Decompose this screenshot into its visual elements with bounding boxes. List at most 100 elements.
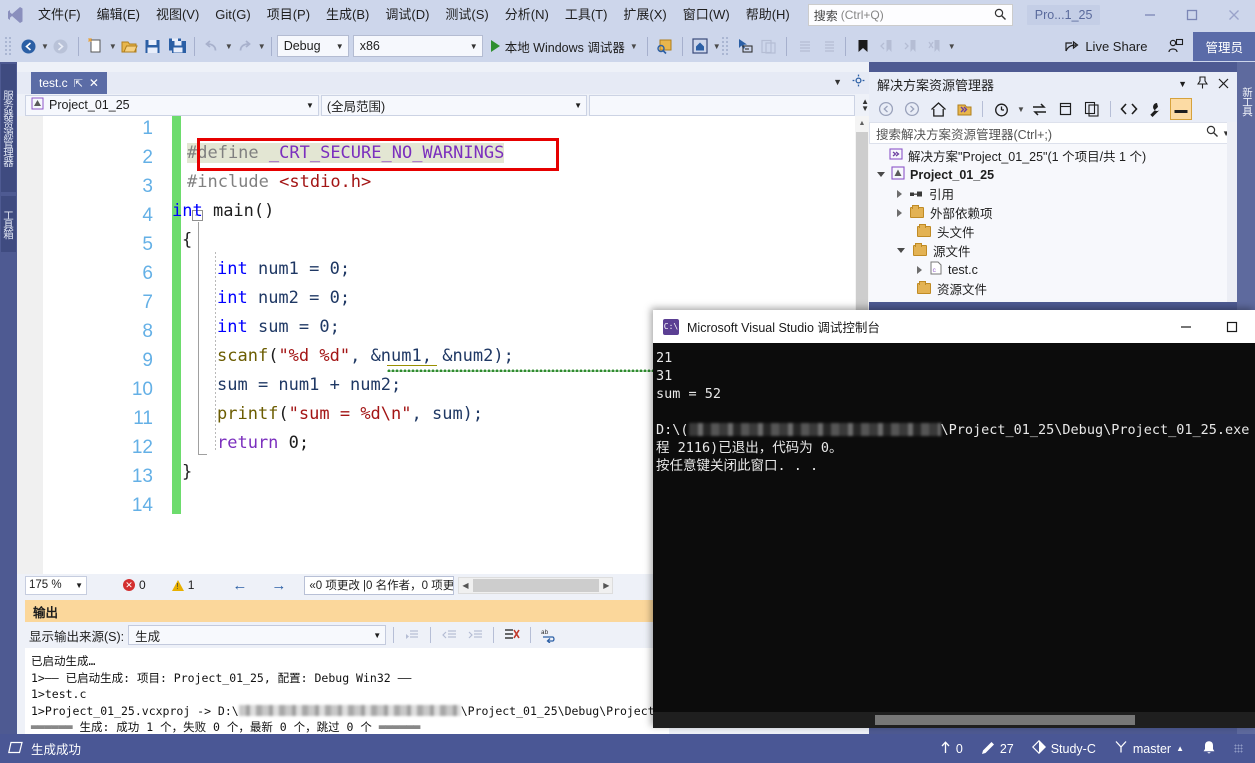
nav-forward-button[interactable]: → bbox=[263, 577, 294, 594]
filter-dropdown-icon[interactable]: ▼ bbox=[1017, 105, 1025, 114]
nav-back-button[interactable]: ← bbox=[224, 577, 255, 594]
panel-menu-chevron-icon[interactable]: ▼ bbox=[1178, 79, 1187, 89]
menu-item-tools[interactable]: 工具(T) bbox=[557, 2, 616, 28]
menu-item-edit[interactable]: 编辑(E) bbox=[89, 2, 148, 28]
tree-item-header-files[interactable]: 头文件 bbox=[869, 222, 1237, 241]
view-code-button[interactable] bbox=[1118, 98, 1140, 120]
solution-explorer-search[interactable]: 搜索解决方案资源管理器(Ctrl+;) ▼ bbox=[869, 122, 1237, 144]
tree-item-source-files[interactable]: 源文件 bbox=[869, 241, 1237, 260]
feedback-button[interactable] bbox=[1163, 34, 1187, 58]
unpushed-commits[interactable]: 0 bbox=[940, 741, 963, 757]
menu-item-project[interactable]: 项目(P) bbox=[259, 2, 318, 28]
home-dropdown-icon[interactable]: ▼ bbox=[713, 42, 721, 51]
console-minimize-button[interactable] bbox=[1163, 310, 1209, 343]
admin-badge[interactable]: 管理员 bbox=[1193, 32, 1255, 61]
start-debugging-button[interactable]: 本地 Windows 调试器 ▼ bbox=[487, 34, 642, 58]
redo-dropdown-icon[interactable]: ▼ bbox=[258, 42, 266, 51]
preview-selected-items-button[interactable] bbox=[1170, 98, 1192, 120]
tree-item-references[interactable]: 引用 bbox=[869, 184, 1237, 203]
warning-count[interactable]: 1 bbox=[164, 578, 203, 592]
editor-gutter[interactable] bbox=[17, 116, 43, 574]
console-maximize-button[interactable] bbox=[1209, 310, 1255, 343]
editor-horizontal-scrollbar[interactable]: ◀ ▶ bbox=[458, 577, 613, 594]
navbar-member-combo[interactable] bbox=[589, 95, 855, 116]
chevron-up-icon[interactable]: ▲ bbox=[1176, 744, 1184, 753]
select-element-button[interactable] bbox=[733, 34, 757, 58]
solution-explorer-scrollbar[interactable] bbox=[1227, 122, 1237, 302]
toolbar-overflow-icon[interactable]: ▼ bbox=[948, 42, 956, 51]
tree-item-project[interactable]: Project_01_25 bbox=[869, 165, 1237, 184]
zoom-level-combo[interactable]: 175 % ▼ bbox=[25, 576, 87, 595]
open-file-button[interactable] bbox=[117, 34, 141, 58]
properties-button[interactable] bbox=[1144, 98, 1166, 120]
codelens-changes[interactable]: «0 项更改 |0 名作者，0 项更 bbox=[304, 576, 454, 595]
new-project-dropdown-icon[interactable]: ▼ bbox=[109, 42, 117, 51]
tree-item-external-dependencies[interactable]: 外部依赖项 bbox=[869, 203, 1237, 222]
tree-item-solution[interactable]: 解决方案"Project_01_25"(1 个项目/共 1 个) bbox=[869, 146, 1237, 165]
undo-dropdown-icon[interactable]: ▼ bbox=[225, 42, 233, 51]
close-icon[interactable] bbox=[1218, 77, 1229, 92]
console-horizontal-scrollbar[interactable] bbox=[653, 712, 1255, 728]
menu-item-window[interactable]: 窗口(W) bbox=[675, 2, 738, 28]
backward-dropdown-icon[interactable]: ▼ bbox=[41, 42, 49, 51]
pin-icon[interactable] bbox=[1197, 76, 1208, 92]
refresh-button[interactable] bbox=[1055, 98, 1077, 120]
attach-to-process-button[interactable] bbox=[653, 34, 677, 58]
sidebar-tab-toolbox[interactable]: 工具箱 bbox=[1, 196, 16, 252]
pending-edits[interactable]: 27 bbox=[981, 741, 1014, 757]
new-project-button[interactable] bbox=[84, 34, 108, 58]
document-tab-test-c[interactable]: test.c ⇱ ✕ bbox=[31, 72, 107, 94]
toolbar-grip-2[interactable] bbox=[721, 36, 730, 56]
expander-right-icon[interactable] bbox=[897, 190, 902, 198]
tree-item-test-c[interactable]: c test.c bbox=[869, 260, 1237, 279]
home-button[interactable] bbox=[927, 98, 949, 120]
tab-list-chevron-icon[interactable]: ▼ bbox=[833, 77, 842, 87]
menu-item-help[interactable]: 帮助(H) bbox=[738, 2, 798, 28]
quick-search-input[interactable]: 搜索 (Ctrl+Q) bbox=[808, 4, 1013, 26]
collapse-all-button[interactable] bbox=[1081, 98, 1103, 120]
save-all-button[interactable] bbox=[165, 34, 189, 58]
minimize-button[interactable] bbox=[1129, 0, 1171, 30]
toggle-word-wrap-button[interactable]: ab bbox=[538, 624, 560, 646]
home-view-button[interactable] bbox=[688, 34, 712, 58]
menu-item-git[interactable]: Git(G) bbox=[207, 2, 258, 28]
error-count[interactable]: ✕ 0 bbox=[115, 578, 154, 592]
toolbar-grip[interactable] bbox=[4, 36, 13, 56]
chevron-down-icon[interactable]: ▼ bbox=[630, 42, 638, 51]
menu-item-debug[interactable]: 调试(D) bbox=[377, 2, 437, 28]
expander-right-icon[interactable] bbox=[917, 266, 922, 274]
menu-item-file[interactable]: 文件(F) bbox=[30, 2, 89, 28]
expander-down-icon[interactable] bbox=[897, 248, 905, 253]
solution-platform-combo[interactable]: x86 ▼ bbox=[353, 35, 483, 57]
branch-indicator[interactable]: master ▲ bbox=[1114, 740, 1184, 757]
sidebar-tab-new-tools[interactable]: 新工具 bbox=[1238, 70, 1254, 132]
toggle-bookmark-button[interactable] bbox=[851, 34, 875, 58]
tree-item-resource-files[interactable]: 资源文件 bbox=[869, 279, 1237, 298]
repository-indicator[interactable]: Study-C bbox=[1032, 740, 1096, 757]
solution-icon[interactable] bbox=[953, 98, 975, 120]
sidebar-tab-server-explorer[interactable]: 服务器资源管理器 bbox=[1, 64, 16, 192]
debug-console-window[interactable]: C:\ Microsoft Visual Studio 调试控制台 21 31 … bbox=[653, 310, 1255, 728]
menu-item-test[interactable]: 测试(S) bbox=[437, 2, 496, 28]
menu-item-view[interactable]: 视图(V) bbox=[148, 2, 207, 28]
clear-output-button[interactable] bbox=[501, 624, 523, 646]
maximize-button[interactable] bbox=[1171, 0, 1213, 30]
pin-icon[interactable]: ⇱ bbox=[74, 77, 83, 90]
expander-right-icon[interactable] bbox=[897, 209, 902, 217]
navbar-project-combo[interactable]: Project_01_25 ▼ bbox=[25, 95, 319, 116]
save-button[interactable] bbox=[141, 34, 165, 58]
close-icon[interactable]: ✕ bbox=[89, 76, 99, 90]
live-share-button[interactable]: Live Share bbox=[1058, 35, 1153, 57]
sync-with-active-document-button[interactable] bbox=[1029, 98, 1051, 120]
close-button[interactable] bbox=[1213, 0, 1255, 30]
pending-changes-filter-button[interactable] bbox=[990, 98, 1012, 120]
menu-item-analyze[interactable]: 分析(N) bbox=[497, 2, 557, 28]
navbar-scope-combo[interactable]: (全局范围) ▼ bbox=[321, 95, 587, 116]
menu-item-build[interactable]: 生成(B) bbox=[318, 2, 377, 28]
solution-configuration-combo[interactable]: Debug ▼ bbox=[277, 35, 349, 57]
output-source-combo[interactable]: 生成 ▼ bbox=[128, 625, 386, 645]
resize-grip[interactable] bbox=[1234, 744, 1243, 753]
menu-item-extensions[interactable]: 扩展(X) bbox=[615, 2, 674, 28]
navigate-backward-button[interactable] bbox=[16, 34, 40, 58]
tab-settings-icon[interactable] bbox=[852, 74, 865, 90]
